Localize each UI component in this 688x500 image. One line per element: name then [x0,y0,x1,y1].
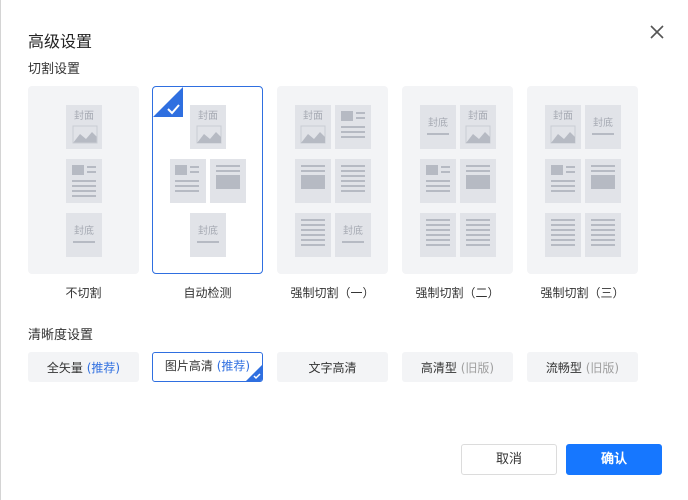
cover-page-icon: 封面 [190,105,226,149]
split-option-none[interactable]: 封面 封底 [28,86,139,274]
back-and-cover-icon: 封底 封面 [420,105,496,149]
content-page-icon [66,159,102,203]
clarity-option-label: 图片高清 [164,359,213,373]
clarity-option-text-hd[interactable]: 文字高清 [277,352,388,382]
back-cover-icon: 封底 [295,213,371,257]
clarity-option-label: 全矢量 [46,361,83,375]
confirm-button[interactable]: 确认 [566,444,662,475]
split-force-1-thumbnail: 封面 封底 [295,105,371,257]
split-option-force-1[interactable]: 封面 封底 [277,86,388,274]
split-option-force-2-label: 强制切割（二） [415,286,500,300]
clarity-option-label: 高清型 [420,361,457,375]
split-option-force-3-label: 强制切割（三） [540,286,625,300]
back-cover-icon: 封底 [190,213,226,257]
clarity-option-smooth-legacy[interactable]: 流畅型 (旧版) [527,352,638,382]
window-edge [0,0,1,500]
cover-thumb-text: 封面 [553,109,573,122]
cover-page-icon: 封面 [66,105,102,149]
dialog-title: 高级设置 [28,32,93,51]
content-page-icon [420,159,496,203]
clarity-option-label: 文字高清 [308,361,357,375]
clarity-settings-label: 清晰度设置 [28,328,94,343]
back-thumb-text: 封底 [343,224,363,237]
cover-thumb-text: 封面 [303,109,323,122]
content-page-icon [335,105,371,149]
split-force-3-thumbnail: 封面 封底 [545,105,621,257]
split-option-force-1-label: 强制切割（一） [290,286,375,300]
text-page-icon [545,213,621,257]
clarity-option-label: 流畅型 [545,361,582,375]
recommended-tag: (推荐) [86,361,121,375]
split-option-auto[interactable]: 封面 封底 [152,86,263,274]
back-thumb-text: 封底 [428,116,448,129]
split-option-auto-label: 自动检测 [183,286,232,300]
split-force-2-thumbnail: 封底 封面 [420,105,496,257]
split-none-thumbnail: 封面 封底 [66,105,102,257]
text-page-icon [420,213,496,257]
split-option-force-3[interactable]: 封面 封底 [527,86,638,274]
cover-thumb-text: 封面 [468,109,488,122]
close-icon[interactable] [647,22,667,42]
cover-thumb-text: 封面 [198,109,218,122]
cancel-button[interactable]: 取消 [461,444,557,475]
split-option-force-2[interactable]: 封底 封面 [402,86,513,274]
back-thumb-text: 封底 [593,116,613,129]
clarity-option-full-vector[interactable]: 全矢量 (推荐) [28,352,139,382]
spread-page-icon [170,159,246,203]
clarity-option-image-hd[interactable]: 图片高清 (推荐) [152,352,263,382]
clarity-option-hd-legacy[interactable]: 高清型 (旧版) [402,352,513,382]
content-page-icon [545,159,621,203]
cover-and-back-icon: 封面 封底 [545,105,621,149]
cover-page-icon: 封面 [295,105,331,149]
legacy-tag: (旧版) [585,361,620,375]
cover-thumb-text: 封面 [74,109,94,122]
split-settings-label: 切割设置 [28,62,81,77]
split-option-none-label: 不切割 [65,286,102,300]
selected-check-icon [246,365,262,381]
selected-check-icon [153,87,183,117]
back-thumb-text: 封底 [74,224,94,237]
legacy-tag: (旧版) [460,361,495,375]
back-thumb-text: 封底 [198,224,218,237]
back-cover-icon: 封底 [66,213,102,257]
text-page-icon [295,159,371,203]
